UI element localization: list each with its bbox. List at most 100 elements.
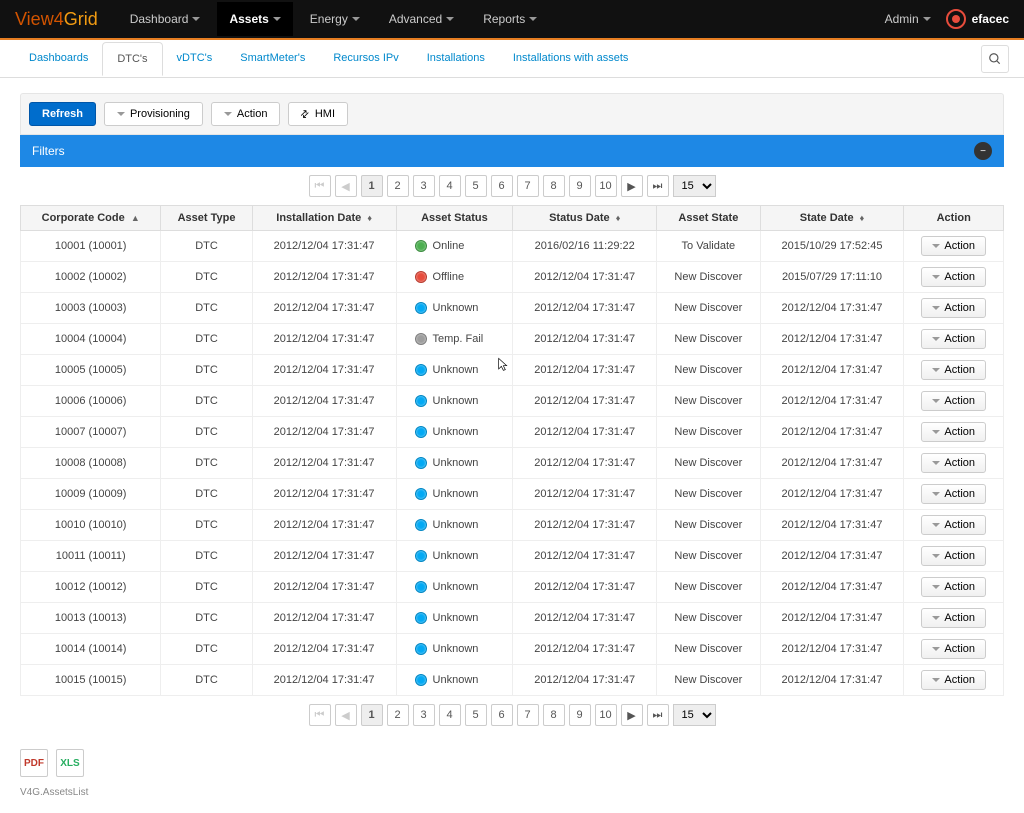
caret-down-icon bbox=[932, 585, 940, 589]
row-action-button[interactable]: Action bbox=[921, 546, 986, 566]
row-action-button[interactable]: Action bbox=[921, 484, 986, 504]
row-action-button[interactable]: Action bbox=[921, 453, 986, 473]
table-row[interactable]: 10014 (10014)DTC2012/12/04 17:31:47Unkno… bbox=[21, 634, 1004, 665]
row-action-button[interactable]: Action bbox=[921, 670, 986, 690]
page-size-select[interactable]: 15 bbox=[673, 704, 716, 726]
cell-action: Action bbox=[904, 665, 1004, 696]
pager-page-10[interactable]: 10 bbox=[595, 175, 617, 197]
topnav-item-assets[interactable]: Assets bbox=[217, 2, 292, 36]
pager-page-9[interactable]: 9 bbox=[569, 175, 591, 197]
row-action-button[interactable]: Action bbox=[921, 577, 986, 597]
pager-page-7[interactable]: 7 bbox=[517, 704, 539, 726]
col-label: Asset Status bbox=[421, 212, 488, 224]
subnav-tab[interactable]: Recursos IPv bbox=[319, 42, 412, 75]
row-action-button[interactable]: Action bbox=[921, 422, 986, 442]
table-row[interactable]: 10012 (10012)DTC2012/12/04 17:31:47Unkno… bbox=[21, 572, 1004, 603]
topnav-item-advanced[interactable]: Advanced bbox=[377, 2, 466, 36]
table-row[interactable]: 10015 (10015)DTC2012/12/04 17:31:47Unkno… bbox=[21, 665, 1004, 696]
export-pdf-button[interactable]: PDF bbox=[20, 749, 48, 777]
cell-state-date: 2012/12/04 17:31:47 bbox=[760, 355, 904, 386]
cell-code: 10006 (10006) bbox=[21, 386, 161, 417]
table-row[interactable]: 10005 (10005)DTC2012/12/04 17:31:47Unkno… bbox=[21, 355, 1004, 386]
subnav-tab[interactable]: SmartMeter's bbox=[226, 42, 319, 75]
provisioning-button[interactable]: Provisioning bbox=[104, 102, 203, 126]
col-status-date[interactable]: Status Date ♦ bbox=[513, 206, 657, 231]
col-asset-type[interactable]: Asset Type bbox=[161, 206, 252, 231]
table-row[interactable]: 10010 (10010)DTC2012/12/04 17:31:47Unkno… bbox=[21, 510, 1004, 541]
table-row[interactable]: 10011 (10011)DTC2012/12/04 17:31:47Unkno… bbox=[21, 541, 1004, 572]
admin-label: Admin bbox=[885, 12, 919, 26]
pager-last[interactable]: ⏭ bbox=[647, 704, 669, 726]
table-row[interactable]: 10004 (10004)DTC2012/12/04 17:31:47Temp.… bbox=[21, 324, 1004, 355]
pager-page-6[interactable]: 6 bbox=[491, 175, 513, 197]
row-action-button[interactable]: Action bbox=[921, 391, 986, 411]
subnav-tab[interactable]: Dashboards bbox=[15, 42, 102, 75]
pager-page-4[interactable]: 4 bbox=[439, 704, 461, 726]
pager-page-7[interactable]: 7 bbox=[517, 175, 539, 197]
pager-page-3[interactable]: 3 bbox=[413, 175, 435, 197]
row-action-button[interactable]: Action bbox=[921, 360, 986, 380]
pager-page-10[interactable]: 10 bbox=[595, 704, 617, 726]
col-corporate-code[interactable]: Corporate Code ▲ bbox=[21, 206, 161, 231]
pager-next[interactable]: ▶ bbox=[621, 175, 643, 197]
row-action-button[interactable]: Action bbox=[921, 298, 986, 318]
table-row[interactable]: 10006 (10006)DTC2012/12/04 17:31:47Unkno… bbox=[21, 386, 1004, 417]
filters-collapse-icon[interactable]: − bbox=[974, 142, 992, 160]
topnav-item-energy[interactable]: Energy bbox=[298, 2, 372, 36]
admin-menu[interactable]: Admin bbox=[885, 12, 931, 26]
table-row[interactable]: 10008 (10008)DTC2012/12/04 17:31:47Unkno… bbox=[21, 448, 1004, 479]
pager-page-5[interactable]: 5 bbox=[465, 175, 487, 197]
col-action[interactable]: Action bbox=[904, 206, 1004, 231]
pager-last[interactable]: ⏭ bbox=[647, 175, 669, 197]
cell-status: Unknown bbox=[396, 634, 513, 665]
subnav-tab[interactable]: DTC's bbox=[102, 42, 162, 76]
row-action-button[interactable]: Action bbox=[921, 236, 986, 256]
subnav-tab[interactable]: Installations with assets bbox=[499, 42, 643, 75]
col-asset-status[interactable]: Asset Status bbox=[396, 206, 513, 231]
row-action-button[interactable]: Action bbox=[921, 329, 986, 349]
table-row[interactable]: 10013 (10013)DTC2012/12/04 17:31:47Unkno… bbox=[21, 603, 1004, 634]
hmi-button[interactable]: ⇄HMI bbox=[288, 102, 348, 126]
hmi-label: HMI bbox=[315, 108, 335, 120]
pager-page-6[interactable]: 6 bbox=[491, 704, 513, 726]
refresh-button[interactable]: Refresh bbox=[29, 102, 96, 126]
pager-page-8[interactable]: 8 bbox=[543, 704, 565, 726]
pager-page-2[interactable]: 2 bbox=[387, 175, 409, 197]
table-row[interactable]: 10002 (10002)DTC2012/12/04 17:31:47Offli… bbox=[21, 262, 1004, 293]
status-text: Unknown bbox=[433, 581, 479, 593]
table-row[interactable]: 10001 (10001)DTC2012/12/04 17:31:47Onlin… bbox=[21, 231, 1004, 262]
cell-type: DTC bbox=[161, 417, 252, 448]
row-action-button[interactable]: Action bbox=[921, 267, 986, 287]
action-button[interactable]: Action bbox=[211, 102, 281, 126]
page-size-select[interactable]: 15 bbox=[673, 175, 716, 197]
pager-page-9[interactable]: 9 bbox=[569, 704, 591, 726]
col-asset-state[interactable]: Asset State bbox=[657, 206, 760, 231]
search-button[interactable] bbox=[981, 45, 1009, 73]
table-row[interactable]: 10003 (10003)DTC2012/12/04 17:31:47Unkno… bbox=[21, 293, 1004, 324]
pager-page-3[interactable]: 3 bbox=[413, 704, 435, 726]
table-row[interactable]: 10007 (10007)DTC2012/12/04 17:31:47Unkno… bbox=[21, 417, 1004, 448]
pager-page-4[interactable]: 4 bbox=[439, 175, 461, 197]
export-xls-button[interactable]: XLS bbox=[56, 749, 84, 777]
pager-next[interactable]: ▶ bbox=[621, 704, 643, 726]
table-row[interactable]: 10009 (10009)DTC2012/12/04 17:31:47Unkno… bbox=[21, 479, 1004, 510]
pager-page-1[interactable]: 1 bbox=[361, 704, 383, 726]
col-installation-date[interactable]: Installation Date ♦ bbox=[252, 206, 396, 231]
pager-page-2[interactable]: 2 bbox=[387, 704, 409, 726]
subnav-tab[interactable]: vDTC's bbox=[163, 42, 227, 75]
filters-bar[interactable]: Filters − bbox=[20, 135, 1004, 167]
row-action-button[interactable]: Action bbox=[921, 639, 986, 659]
filters-label: Filters bbox=[32, 144, 65, 158]
topnav-item-dashboard[interactable]: Dashboard bbox=[118, 2, 213, 36]
pager-page-8[interactable]: 8 bbox=[543, 175, 565, 197]
cell-action: Action bbox=[904, 448, 1004, 479]
col-state-date[interactable]: State Date ♦ bbox=[760, 206, 904, 231]
pager-page-1[interactable]: 1 bbox=[361, 175, 383, 197]
subnav-tab[interactable]: Installations bbox=[413, 42, 499, 75]
cell-status: Unknown bbox=[396, 479, 513, 510]
content: Refresh Provisioning Action ⇄HMI Filters… bbox=[0, 78, 1024, 813]
topnav-item-reports[interactable]: Reports bbox=[471, 2, 549, 36]
row-action-button[interactable]: Action bbox=[921, 515, 986, 535]
pager-page-5[interactable]: 5 bbox=[465, 704, 487, 726]
row-action-button[interactable]: Action bbox=[921, 608, 986, 628]
